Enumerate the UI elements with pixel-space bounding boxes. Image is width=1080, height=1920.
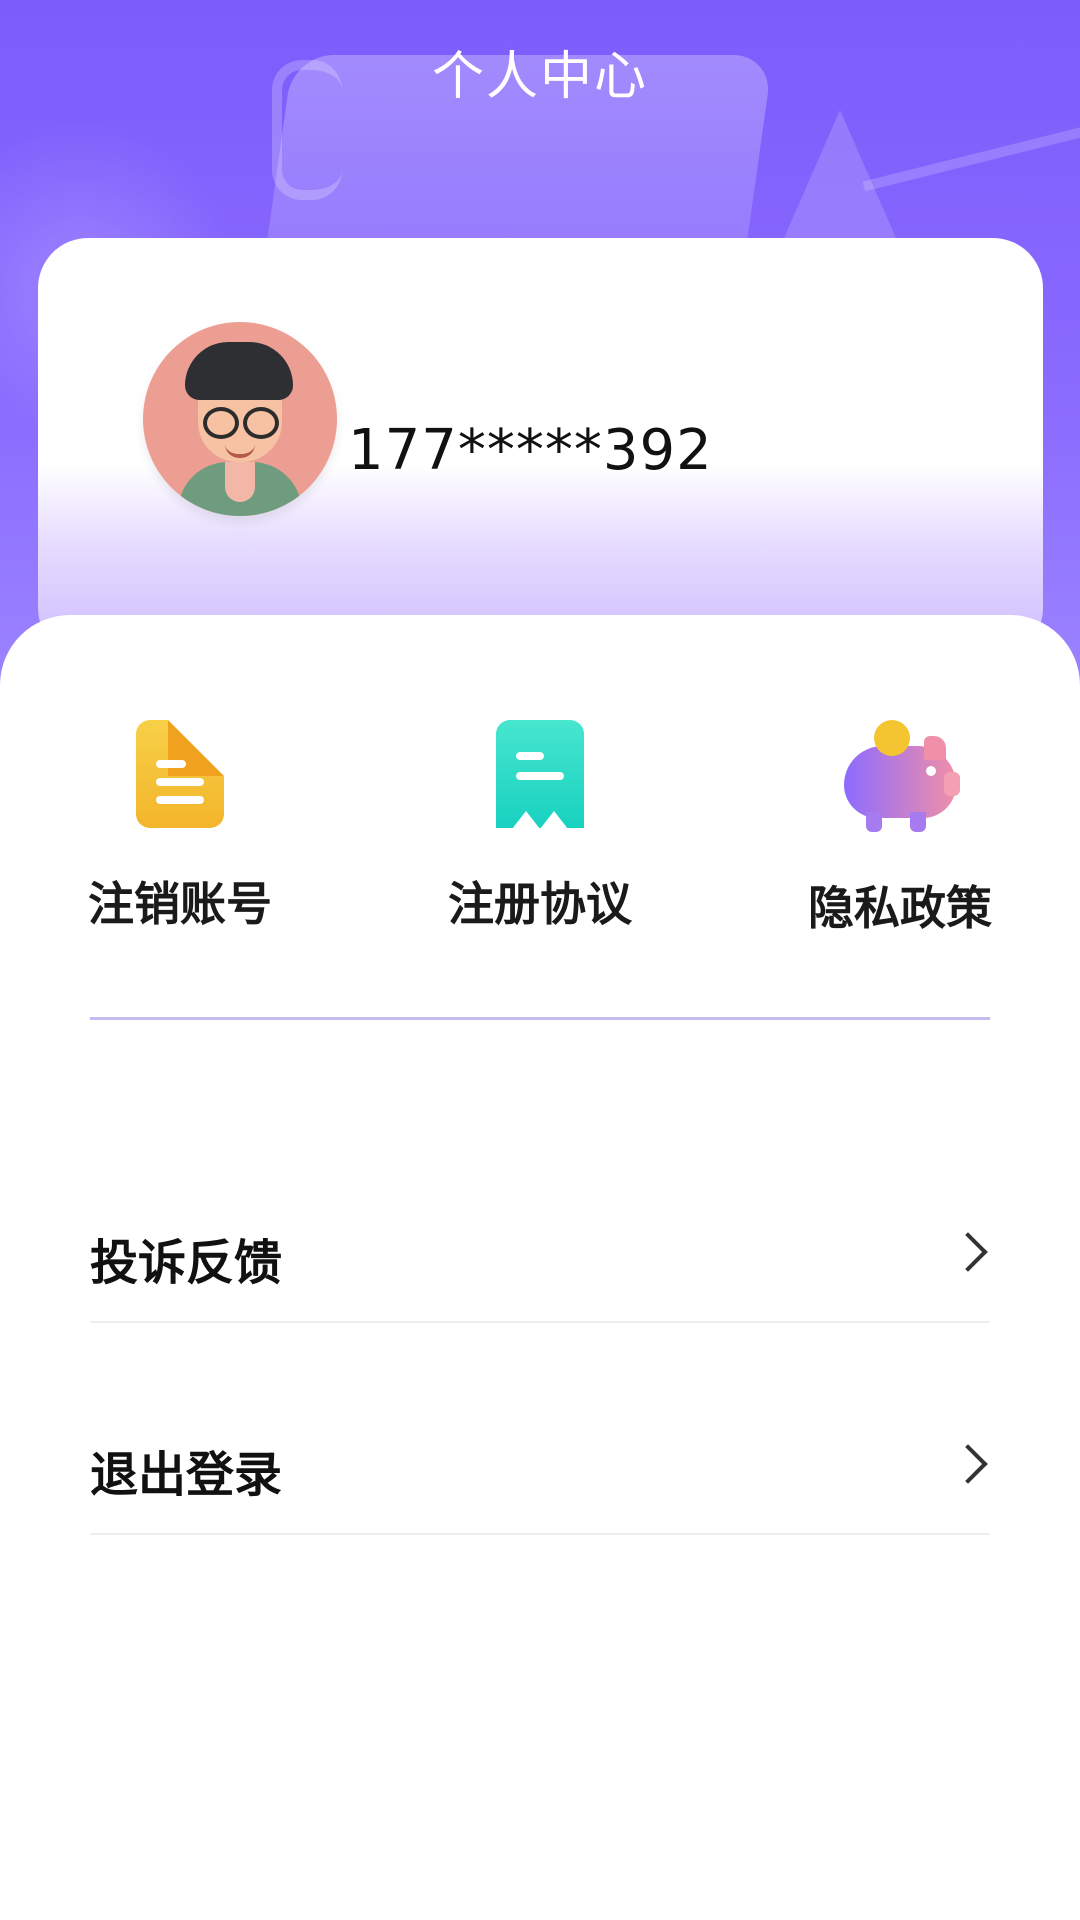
chevron-right-icon	[948, 1444, 988, 1484]
page-title: 个人中心	[431, 47, 648, 107]
privacy-policy-label: 隐私政策	[808, 881, 992, 935]
row-divider	[90, 1533, 990, 1535]
document-icon	[136, 720, 224, 828]
menu-item-logout[interactable]: 退出登录	[90, 1395, 990, 1535]
menu-item-label: 投诉反馈	[90, 1235, 283, 1291]
avatar[interactable]	[143, 322, 337, 516]
cancel-account-label: 注销账号	[88, 877, 272, 931]
profile-page: 个人中心 177*****392 注销账号 注册协议 隐私政策 投诉反馈 退出登…	[0, 0, 1080, 1920]
section-divider	[90, 1017, 990, 1020]
menu-item-feedback[interactable]: 投诉反馈	[90, 1183, 990, 1323]
piggy-bank-icon	[844, 720, 960, 836]
user-phone-number: 177*****392	[348, 418, 713, 483]
row-divider	[90, 1321, 990, 1323]
receipt-icon	[496, 720, 584, 829]
menu-item-label: 退出登录	[90, 1447, 283, 1503]
chevron-right-icon	[948, 1232, 988, 1272]
registration-agreement-label: 注册协议	[448, 877, 632, 931]
